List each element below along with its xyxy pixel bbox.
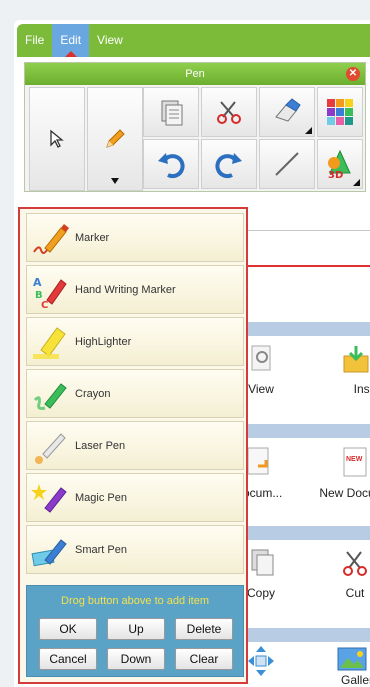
undo-button[interactable] (143, 139, 199, 189)
line-button[interactable] (259, 139, 315, 189)
eraser-icon (275, 98, 301, 122)
menu-view[interactable]: View (89, 24, 131, 57)
menu-edit[interactable]: Edit (52, 24, 90, 57)
pen-option-smart-pen[interactable]: Smart Pen (26, 525, 244, 574)
svg-text:C: C (41, 300, 48, 310)
pen-option-label: Laser Pen (75, 439, 126, 452)
down-button[interactable]: Down (107, 648, 165, 670)
line-icon (275, 152, 299, 176)
redo-button[interactable] (201, 139, 257, 189)
cut-item-label[interactable]: Cut (320, 586, 370, 600)
pen-option-label: Magic Pen (75, 491, 127, 504)
view-icon (251, 345, 271, 371)
magic-pen-icon (31, 478, 71, 518)
delete-button[interactable]: Delete (175, 618, 233, 640)
gallery-icon (337, 647, 367, 671)
pen-option-crayon[interactable]: Crayon (26, 369, 244, 418)
up-button[interactable]: Up (107, 618, 165, 640)
cancel-button[interactable]: Cancel (39, 648, 97, 670)
section-band (240, 322, 370, 336)
color-grid-icon (327, 99, 353, 125)
handwriting-marker-icon: A B C (31, 270, 71, 311)
pen-option-label: HighLighter (75, 335, 132, 348)
paste-icon (161, 100, 183, 126)
scissors-icon (343, 551, 367, 576)
pen-option-marker[interactable]: Marker (26, 213, 244, 262)
pen-tool-button[interactable] (87, 87, 143, 191)
dropdown-arrow-icon[interactable] (305, 127, 312, 134)
section-band (240, 424, 370, 438)
undo-icon (158, 153, 185, 179)
laser-pen-icon (31, 426, 71, 466)
ok-button[interactable]: OK (39, 618, 97, 640)
section-band (240, 526, 370, 540)
pen-option-label: Hand Writing Marker (75, 283, 176, 296)
scissors-icon (217, 101, 241, 124)
pen-panel-title: Pen ✕ (25, 63, 365, 85)
pen-type-dropdown: Marker A B C Hand Writing Marker HighLig… (18, 207, 248, 684)
copy-icon (251, 549, 274, 576)
clear-button[interactable]: Clear (175, 648, 233, 670)
move-icon (248, 646, 274, 676)
smart-pen-icon (31, 530, 71, 570)
cut-button[interactable] (201, 87, 257, 137)
pencil-icon (106, 129, 125, 148)
new-badge: NEW (346, 456, 363, 463)
svg-text:3D: 3D (328, 170, 343, 179)
select-arrow-icon (50, 129, 64, 148)
drag-add-area: Drog button above to add item OK Up Dele… (26, 585, 244, 677)
section-band (240, 628, 370, 642)
select-tool-button[interactable] (29, 87, 85, 191)
pen-option-magic-pen[interactable]: Magic Pen (26, 473, 244, 522)
shapes-3d-button[interactable]: 3D (317, 139, 363, 189)
color-button[interactable] (317, 87, 363, 137)
pen-option-label: Smart Pen (75, 543, 127, 556)
menu-file[interactable]: File (17, 24, 52, 57)
new-document-item-label[interactable]: New Docu (312, 486, 370, 500)
dropdown-arrow-icon[interactable] (111, 178, 119, 184)
marker-icon (31, 218, 71, 258)
divider (243, 265, 370, 267)
document-icon (247, 447, 269, 475)
pen-option-highlighter[interactable]: HighLighter (26, 317, 244, 366)
menubar: File Edit View (17, 24, 370, 57)
shapes-3d-icon: 3D (328, 149, 351, 179)
drag-message: Drog button above to add item (61, 595, 209, 607)
svg-text:A: A (33, 276, 42, 289)
pen-option-label: Marker (75, 231, 110, 244)
redo-icon (215, 153, 242, 179)
highlighter-icon (31, 322, 71, 362)
pen-option-laser-pen[interactable]: Laser Pen (26, 421, 244, 470)
pen-option-hand-writing-marker[interactable]: A B C Hand Writing Marker (26, 265, 244, 314)
pen-panel-title-text: Pen (185, 68, 205, 80)
pen-option-label: Crayon (75, 387, 111, 400)
pen-toolbar-panel: Pen ✕ 3D (24, 62, 366, 192)
insert-icon (343, 346, 369, 373)
close-icon[interactable]: ✕ (346, 67, 360, 81)
gallery-item-label[interactable]: Galler (322, 673, 370, 687)
dropdown-arrow-icon[interactable] (353, 179, 360, 186)
insert-item-label[interactable]: Inser (332, 382, 370, 396)
crayon-icon (31, 374, 71, 414)
paste-button[interactable] (143, 87, 199, 137)
eraser-button[interactable] (259, 87, 315, 137)
